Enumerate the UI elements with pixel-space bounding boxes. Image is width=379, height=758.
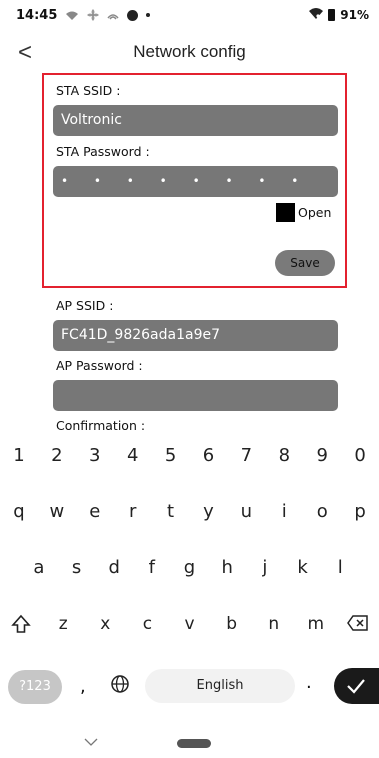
app-header: < Network config xyxy=(0,36,379,72)
comma-key[interactable]: , xyxy=(80,676,86,697)
key-d[interactable]: d xyxy=(95,557,133,578)
open-label: Open xyxy=(298,205,332,220)
fan-icon xyxy=(87,9,100,21)
period-key[interactable]: . xyxy=(306,672,312,693)
key-l[interactable]: l xyxy=(321,557,359,578)
status-bar: 14:45 91% xyxy=(0,0,379,30)
key-s[interactable]: s xyxy=(58,557,96,578)
ap-password-label: AP Password : xyxy=(56,358,143,373)
keyboard-number-row: 1 2 3 4 5 6 7 8 9 0 xyxy=(0,445,379,466)
key-x[interactable]: x xyxy=(84,614,126,639)
home-gesture-pill[interactable] xyxy=(177,739,211,748)
keyboard-row-z: z x c v b n m xyxy=(0,614,379,639)
circle-icon xyxy=(127,9,139,21)
key-b[interactable]: b xyxy=(211,614,253,639)
open-option[interactable]: Open xyxy=(276,203,331,222)
key-c[interactable]: c xyxy=(126,614,168,639)
key-h[interactable]: h xyxy=(208,557,246,578)
key-f[interactable]: f xyxy=(133,557,171,578)
key-0[interactable]: 0 xyxy=(341,445,379,466)
checkmark-icon xyxy=(347,679,365,694)
symbols-key[interactable]: ?123 xyxy=(8,670,62,704)
key-n[interactable]: n xyxy=(253,614,295,639)
key-r[interactable]: r xyxy=(114,501,152,522)
wifi-calling-icon xyxy=(65,10,79,21)
key-1[interactable]: 1 xyxy=(0,445,38,466)
dot-icon xyxy=(146,13,151,17)
ap-password-input[interactable] xyxy=(53,380,338,411)
key-8[interactable]: 8 xyxy=(265,445,303,466)
sta-ssid-input[interactable]: Voltronic xyxy=(53,105,338,136)
key-v[interactable]: v xyxy=(168,614,210,639)
ap-ssid-input[interactable]: FC41D_9826ada1a9e7 xyxy=(53,320,338,351)
status-time: 14:45 xyxy=(16,7,58,23)
shift-icon xyxy=(11,614,31,633)
key-2[interactable]: 2 xyxy=(38,445,76,466)
shift-key[interactable] xyxy=(0,614,42,639)
battery-level: 91% xyxy=(340,8,369,22)
keyboard-row-a: a s d f g h j k l xyxy=(0,557,379,578)
key-y[interactable]: y xyxy=(190,501,228,522)
key-a[interactable]: a xyxy=(20,557,58,578)
key-e[interactable]: e xyxy=(76,501,114,522)
key-w[interactable]: w xyxy=(38,501,76,522)
signal-icon xyxy=(107,10,119,21)
chevron-down-icon[interactable] xyxy=(84,738,98,746)
keyboard-bottom-row: ?123 , English . xyxy=(0,667,379,705)
ap-ssid-label: AP SSID : xyxy=(56,298,114,313)
keyboard-row-q: q w e r t y u i o p xyxy=(0,501,379,522)
backspace-key[interactable] xyxy=(337,614,379,639)
battery-icon xyxy=(328,9,336,21)
key-7[interactable]: 7 xyxy=(227,445,265,466)
confirmation-label: Confirmation : xyxy=(56,418,146,433)
globe-icon[interactable] xyxy=(110,674,130,694)
key-z[interactable]: z xyxy=(42,614,84,639)
page-title: Network config xyxy=(133,42,246,61)
key-4[interactable]: 4 xyxy=(114,445,152,466)
key-3[interactable]: 3 xyxy=(76,445,114,466)
key-o[interactable]: o xyxy=(303,501,341,522)
open-checkbox[interactable] xyxy=(276,203,295,222)
key-5[interactable]: 5 xyxy=(152,445,190,466)
backspace-icon xyxy=(347,615,368,631)
key-u[interactable]: u xyxy=(227,501,265,522)
key-k[interactable]: k xyxy=(284,557,322,578)
wifi-icon xyxy=(309,8,324,22)
key-9[interactable]: 9 xyxy=(303,445,341,466)
sta-password-label: STA Password : xyxy=(56,144,150,159)
key-t[interactable]: t xyxy=(152,501,190,522)
sta-ssid-label: STA SSID : xyxy=(56,83,121,98)
space-key[interactable]: English xyxy=(145,669,295,703)
key-p[interactable]: p xyxy=(341,501,379,522)
enter-key[interactable] xyxy=(334,668,379,704)
key-g[interactable]: g xyxy=(171,557,209,578)
save-button[interactable]: Save xyxy=(275,250,335,276)
key-q[interactable]: q xyxy=(0,501,38,522)
key-6[interactable]: 6 xyxy=(190,445,228,466)
key-m[interactable]: m xyxy=(295,614,337,639)
sta-password-input[interactable]: • • • • • • • • • • • • • • • • xyxy=(53,166,338,219)
key-j[interactable]: j xyxy=(246,557,284,578)
key-i[interactable]: i xyxy=(265,501,303,522)
